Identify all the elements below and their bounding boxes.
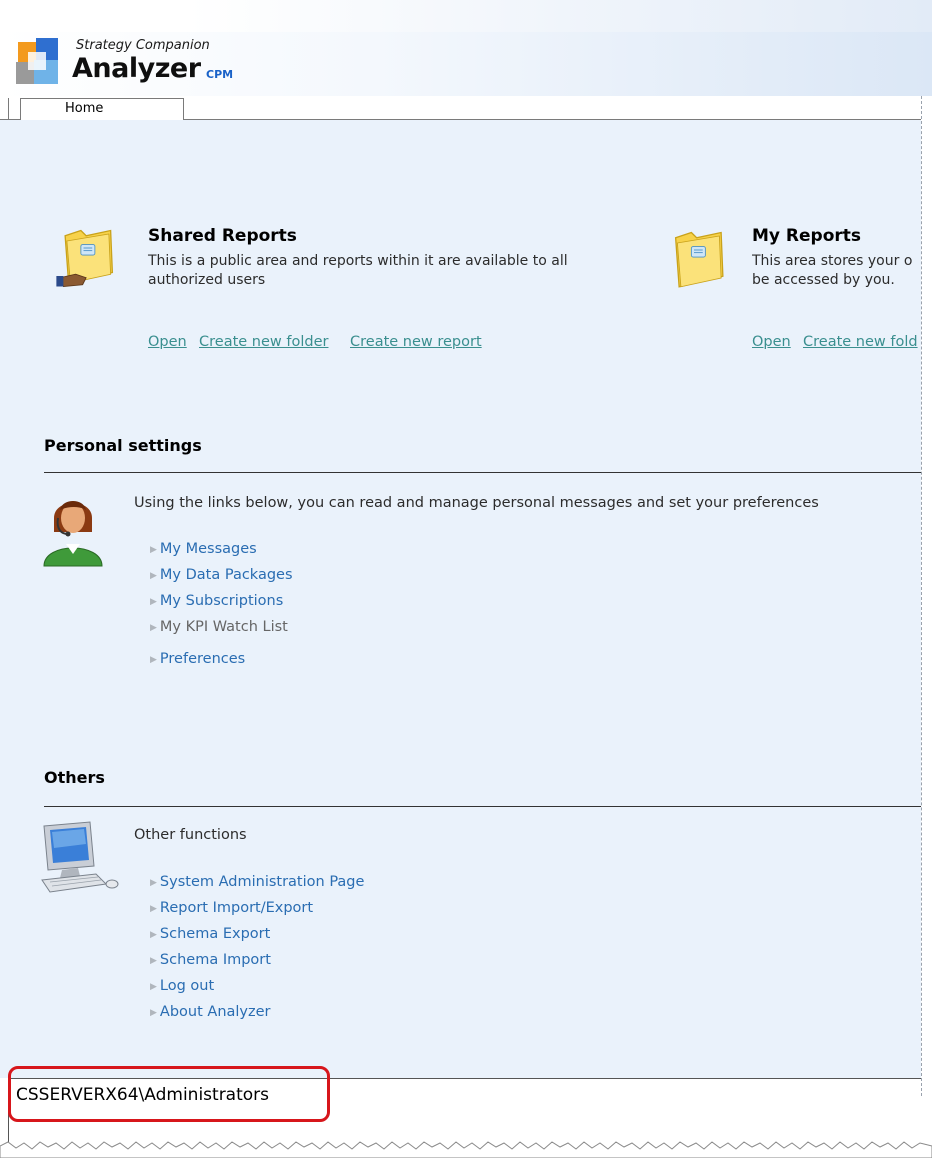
schema-import-link[interactable]: ▶ Schema Import bbox=[150, 952, 271, 968]
chevron-right-icon: ▶ bbox=[150, 982, 157, 992]
my-reports-create-folder-link[interactable]: Create new fold bbox=[803, 334, 921, 350]
my-messages-link[interactable]: ▶ My Messages bbox=[150, 541, 257, 557]
shared-reports-title: Shared Reports bbox=[148, 226, 297, 246]
my-reports-open-link[interactable]: Open bbox=[752, 334, 791, 350]
personal-settings-title: Personal settings bbox=[44, 436, 202, 455]
header-top-strip bbox=[0, 0, 932, 32]
analyzer-logo-icon bbox=[16, 38, 58, 84]
my-kpi-watch-list-link: ▶ My KPI Watch List bbox=[150, 619, 288, 635]
personal-settings-intro: Using the links below, you can read and … bbox=[134, 495, 819, 511]
my-subscriptions-link[interactable]: ▶ My Subscriptions bbox=[150, 593, 283, 609]
chevron-right-icon: ▶ bbox=[150, 956, 157, 966]
person-headset-icon bbox=[43, 501, 103, 567]
tab-home[interactable]: Home bbox=[20, 98, 184, 120]
others-title: Others bbox=[44, 768, 105, 787]
chevron-right-icon: ▶ bbox=[150, 655, 157, 665]
tab-home-label: Home bbox=[65, 101, 104, 116]
brand-subtitle: Strategy Companion bbox=[76, 38, 210, 53]
shared-folder-icon bbox=[56, 229, 114, 287]
others-intro: Other functions bbox=[134, 827, 247, 843]
tab-bar-left-edge bbox=[8, 98, 9, 120]
analyzer-home-page: Strategy Companion Analyzer CPM Home Sha… bbox=[0, 0, 932, 1158]
others-divider bbox=[44, 806, 921, 807]
brand-suffix: CPM bbox=[206, 68, 234, 81]
my-reports-description-line2: be accessed by you. bbox=[752, 272, 895, 288]
chevron-right-icon: ▶ bbox=[150, 623, 157, 633]
brand-name: Analyzer bbox=[72, 53, 201, 84]
chevron-right-icon: ▶ bbox=[150, 545, 157, 555]
my-reports-title: My Reports bbox=[752, 226, 862, 246]
current-user-label: CSSERVERX64\Administrators bbox=[16, 1085, 270, 1105]
chevron-right-icon: ▶ bbox=[150, 597, 157, 607]
shared-reports-description: This is a public area and reports within… bbox=[148, 253, 568, 288]
chevron-right-icon: ▶ bbox=[150, 904, 157, 914]
log-out-link[interactable]: ▶ Log out bbox=[150, 978, 214, 994]
shared-reports-create-report-link[interactable]: Create new report bbox=[350, 334, 482, 350]
about-analyzer-link[interactable]: ▶ About Analyzer bbox=[150, 1004, 271, 1020]
my-folder-icon bbox=[674, 231, 724, 288]
chevron-right-icon: ▶ bbox=[150, 930, 157, 940]
chevron-right-icon: ▶ bbox=[150, 878, 157, 888]
chevron-right-icon: ▶ bbox=[150, 571, 157, 581]
shared-reports-create-folder-link[interactable]: Create new folder bbox=[199, 334, 328, 350]
preferences-link[interactable]: ▶ Preferences bbox=[150, 651, 245, 667]
window-right-edge bbox=[921, 96, 932, 1096]
personal-settings-divider bbox=[44, 472, 921, 473]
torn-edge-decoration bbox=[0, 1141, 932, 1158]
chevron-right-icon: ▶ bbox=[150, 1008, 157, 1018]
report-import-export-link[interactable]: ▶ Report Import/Export bbox=[150, 900, 313, 916]
app-header: Strategy Companion Analyzer CPM bbox=[0, 0, 932, 96]
my-reports-description-line1: This area stores your o bbox=[752, 253, 913, 269]
my-data-packages-link[interactable]: ▶ My Data Packages bbox=[150, 567, 293, 583]
schema-export-link[interactable]: ▶ Schema Export bbox=[150, 926, 270, 942]
computer-icon bbox=[41, 821, 119, 893]
shared-reports-open-link[interactable]: Open bbox=[148, 334, 187, 350]
system-administration-link[interactable]: ▶ System Administration Page bbox=[150, 874, 364, 890]
